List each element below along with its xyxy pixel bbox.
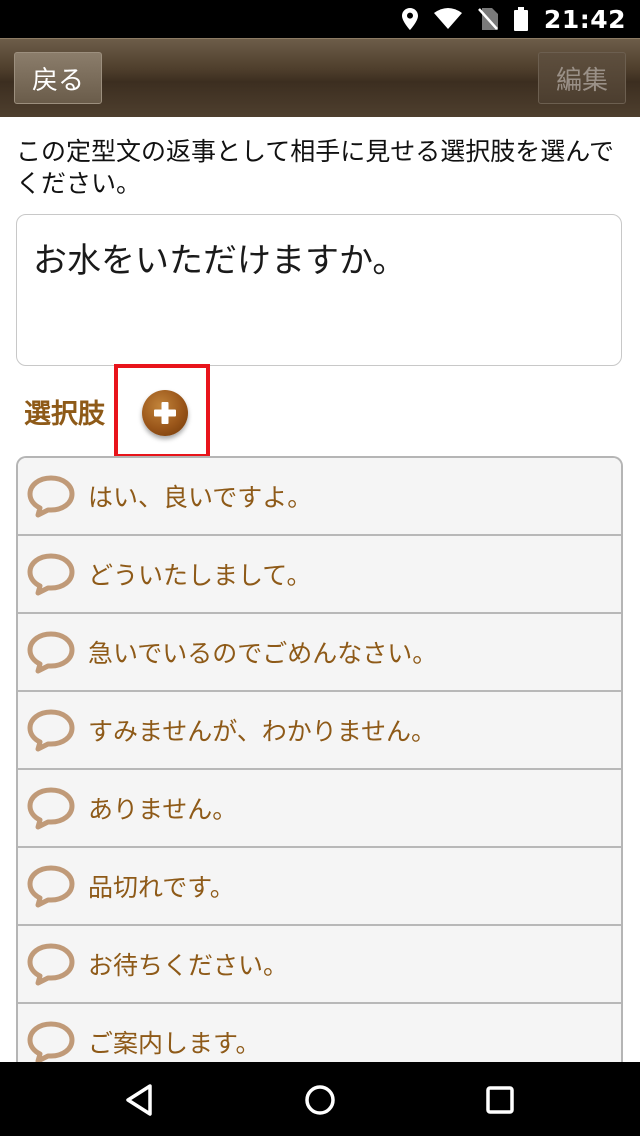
choice-label: 急いでいるのでごめんなさい。 (88, 639, 438, 668)
home-circle-icon[interactable] (298, 1078, 342, 1122)
choice-label: どういたしまして。 (88, 561, 312, 590)
recents-square-icon[interactable] (478, 1078, 522, 1122)
choice-item[interactable]: お待ちください。 (18, 926, 621, 1004)
choice-label: お待ちください。 (88, 951, 289, 980)
choice-label: 品切れです。 (88, 873, 235, 902)
wifi-icon (433, 8, 462, 30)
choice-label: ご案内します。 (88, 1029, 261, 1058)
choice-label: すみませんが、わかりません。 (88, 717, 437, 746)
no-sim-icon (477, 8, 498, 30)
navigation-bar (0, 1062, 640, 1136)
chat-bubble-icon (27, 475, 75, 518)
chat-bubble-icon (27, 553, 75, 596)
battery-icon (513, 7, 528, 31)
toolbar: 戻る 編集 (0, 38, 640, 117)
chat-bubble-icon (27, 787, 75, 830)
clock: 21:42 (543, 4, 626, 34)
choice-item[interactable]: はい、良いですよ。 (18, 458, 621, 536)
chat-bubble-icon (27, 943, 75, 986)
highlight-box (114, 364, 210, 458)
chat-bubble-icon (27, 865, 75, 908)
chat-bubble-icon (27, 631, 75, 674)
choice-label: ありません。 (88, 795, 238, 824)
back-button[interactable]: 戻る (14, 52, 102, 104)
choice-item[interactable]: ありません。 (18, 770, 621, 848)
instruction-text: この定型文の返事として相手に見せる選択肢を選んでください。 (16, 137, 615, 198)
status-icons: 21:42 (401, 0, 626, 38)
chat-bubble-icon (27, 1021, 75, 1062)
choice-item[interactable]: 品切れです。 (18, 848, 621, 926)
choice-item[interactable]: どういたしまして。 (18, 536, 621, 614)
edit-button[interactable]: 編集 (538, 52, 626, 104)
status-bar: 21:42 (0, 0, 640, 38)
choice-item[interactable]: ご案内します。 (18, 1004, 621, 1062)
choice-item[interactable]: 急いでいるのでごめんなさい。 (18, 614, 621, 692)
location-icon (401, 8, 418, 30)
chat-bubble-icon (27, 709, 75, 752)
choices-list: はい、良いですよ。 どういたしまして。 急いでいるのでごめんなさい。 すみません… (16, 456, 623, 1062)
phrase-box: お水をいただけますか。 (16, 214, 622, 366)
choice-item[interactable]: すみませんが、わかりません。 (18, 692, 621, 770)
choices-label: 選択肢 (24, 399, 105, 430)
choice-label: はい、良いですよ。 (88, 483, 313, 512)
back-triangle-icon[interactable] (118, 1078, 162, 1122)
